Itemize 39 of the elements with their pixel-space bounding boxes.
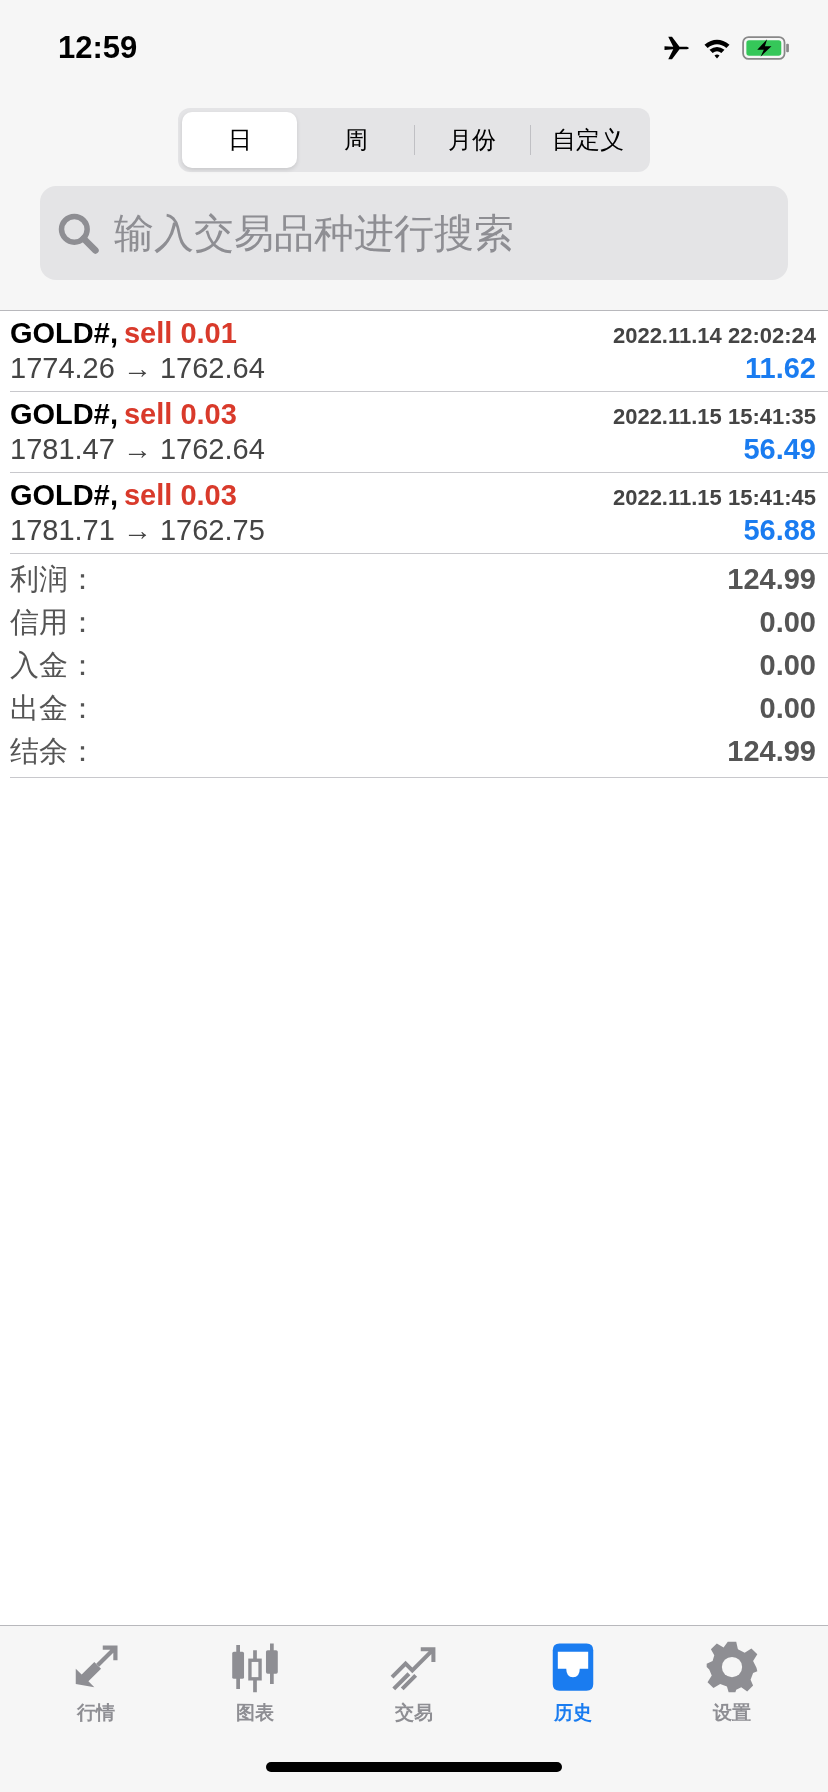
deal-time: 2022.11.14 22:02:24 [612, 323, 816, 349]
settings-icon [705, 1640, 760, 1694]
deal-time: 2022.11.15 15:41:45 [612, 485, 816, 511]
order-text: sell 0.03 [123, 479, 237, 512]
tab-bar-item[interactable]: 设置 [672, 1640, 793, 1726]
order-text: sell 0.01 [123, 317, 237, 350]
summary-label: 结余： [10, 733, 97, 769]
price-text: 1774.26 → 1762.64 [10, 352, 265, 385]
symbol-text: GOLD#, [10, 398, 118, 431]
symbol-text: GOLD#, [10, 317, 118, 350]
symbol-text: GOLD#, [10, 479, 118, 512]
deal-time: 2022.11.15 15:41:35 [612, 404, 816, 430]
summary-value: 0.00 [759, 692, 816, 725]
tab-bar-item[interactable]: 历史 [513, 1640, 634, 1726]
price-text: 1781.47 → 1762.64 [10, 433, 265, 466]
status-time: 12:59 [58, 30, 138, 66]
period-tab[interactable]: 自定义 [530, 112, 646, 168]
battery-charging-icon [742, 36, 790, 60]
summary-value: 124.99 [727, 563, 816, 596]
tab-bar-item[interactable]: 行情 [35, 1640, 156, 1726]
period-tab[interactable]: 周 [298, 112, 414, 168]
order-text: sell 0.03 [123, 398, 237, 431]
search-icon [56, 211, 100, 255]
summary-value: 0.00 [759, 649, 816, 682]
summary-label: 入金： [10, 647, 97, 683]
summary-label: 出金： [10, 690, 97, 726]
summary-value: 0.00 [759, 606, 816, 639]
price-text: 1781.71 → 1762.75 [10, 514, 265, 547]
summary-value: 124.99 [727, 735, 816, 768]
summary-label: 信用： [10, 604, 97, 640]
tab-bar-item[interactable]: 交易 [353, 1640, 474, 1726]
profit-value: 56.49 [743, 433, 816, 466]
search-bar[interactable]: 输入交易品种进行搜索 [40, 186, 788, 280]
period-tab[interactable]: 月份 [414, 112, 530, 168]
profit-value: 56.88 [743, 514, 816, 547]
profit-value: 11.62 [745, 352, 816, 385]
summary-label: 利润： [10, 561, 97, 597]
tab-bar-item[interactable]: 图表 [194, 1640, 315, 1726]
period-tab[interactable]: 日 [182, 112, 298, 168]
